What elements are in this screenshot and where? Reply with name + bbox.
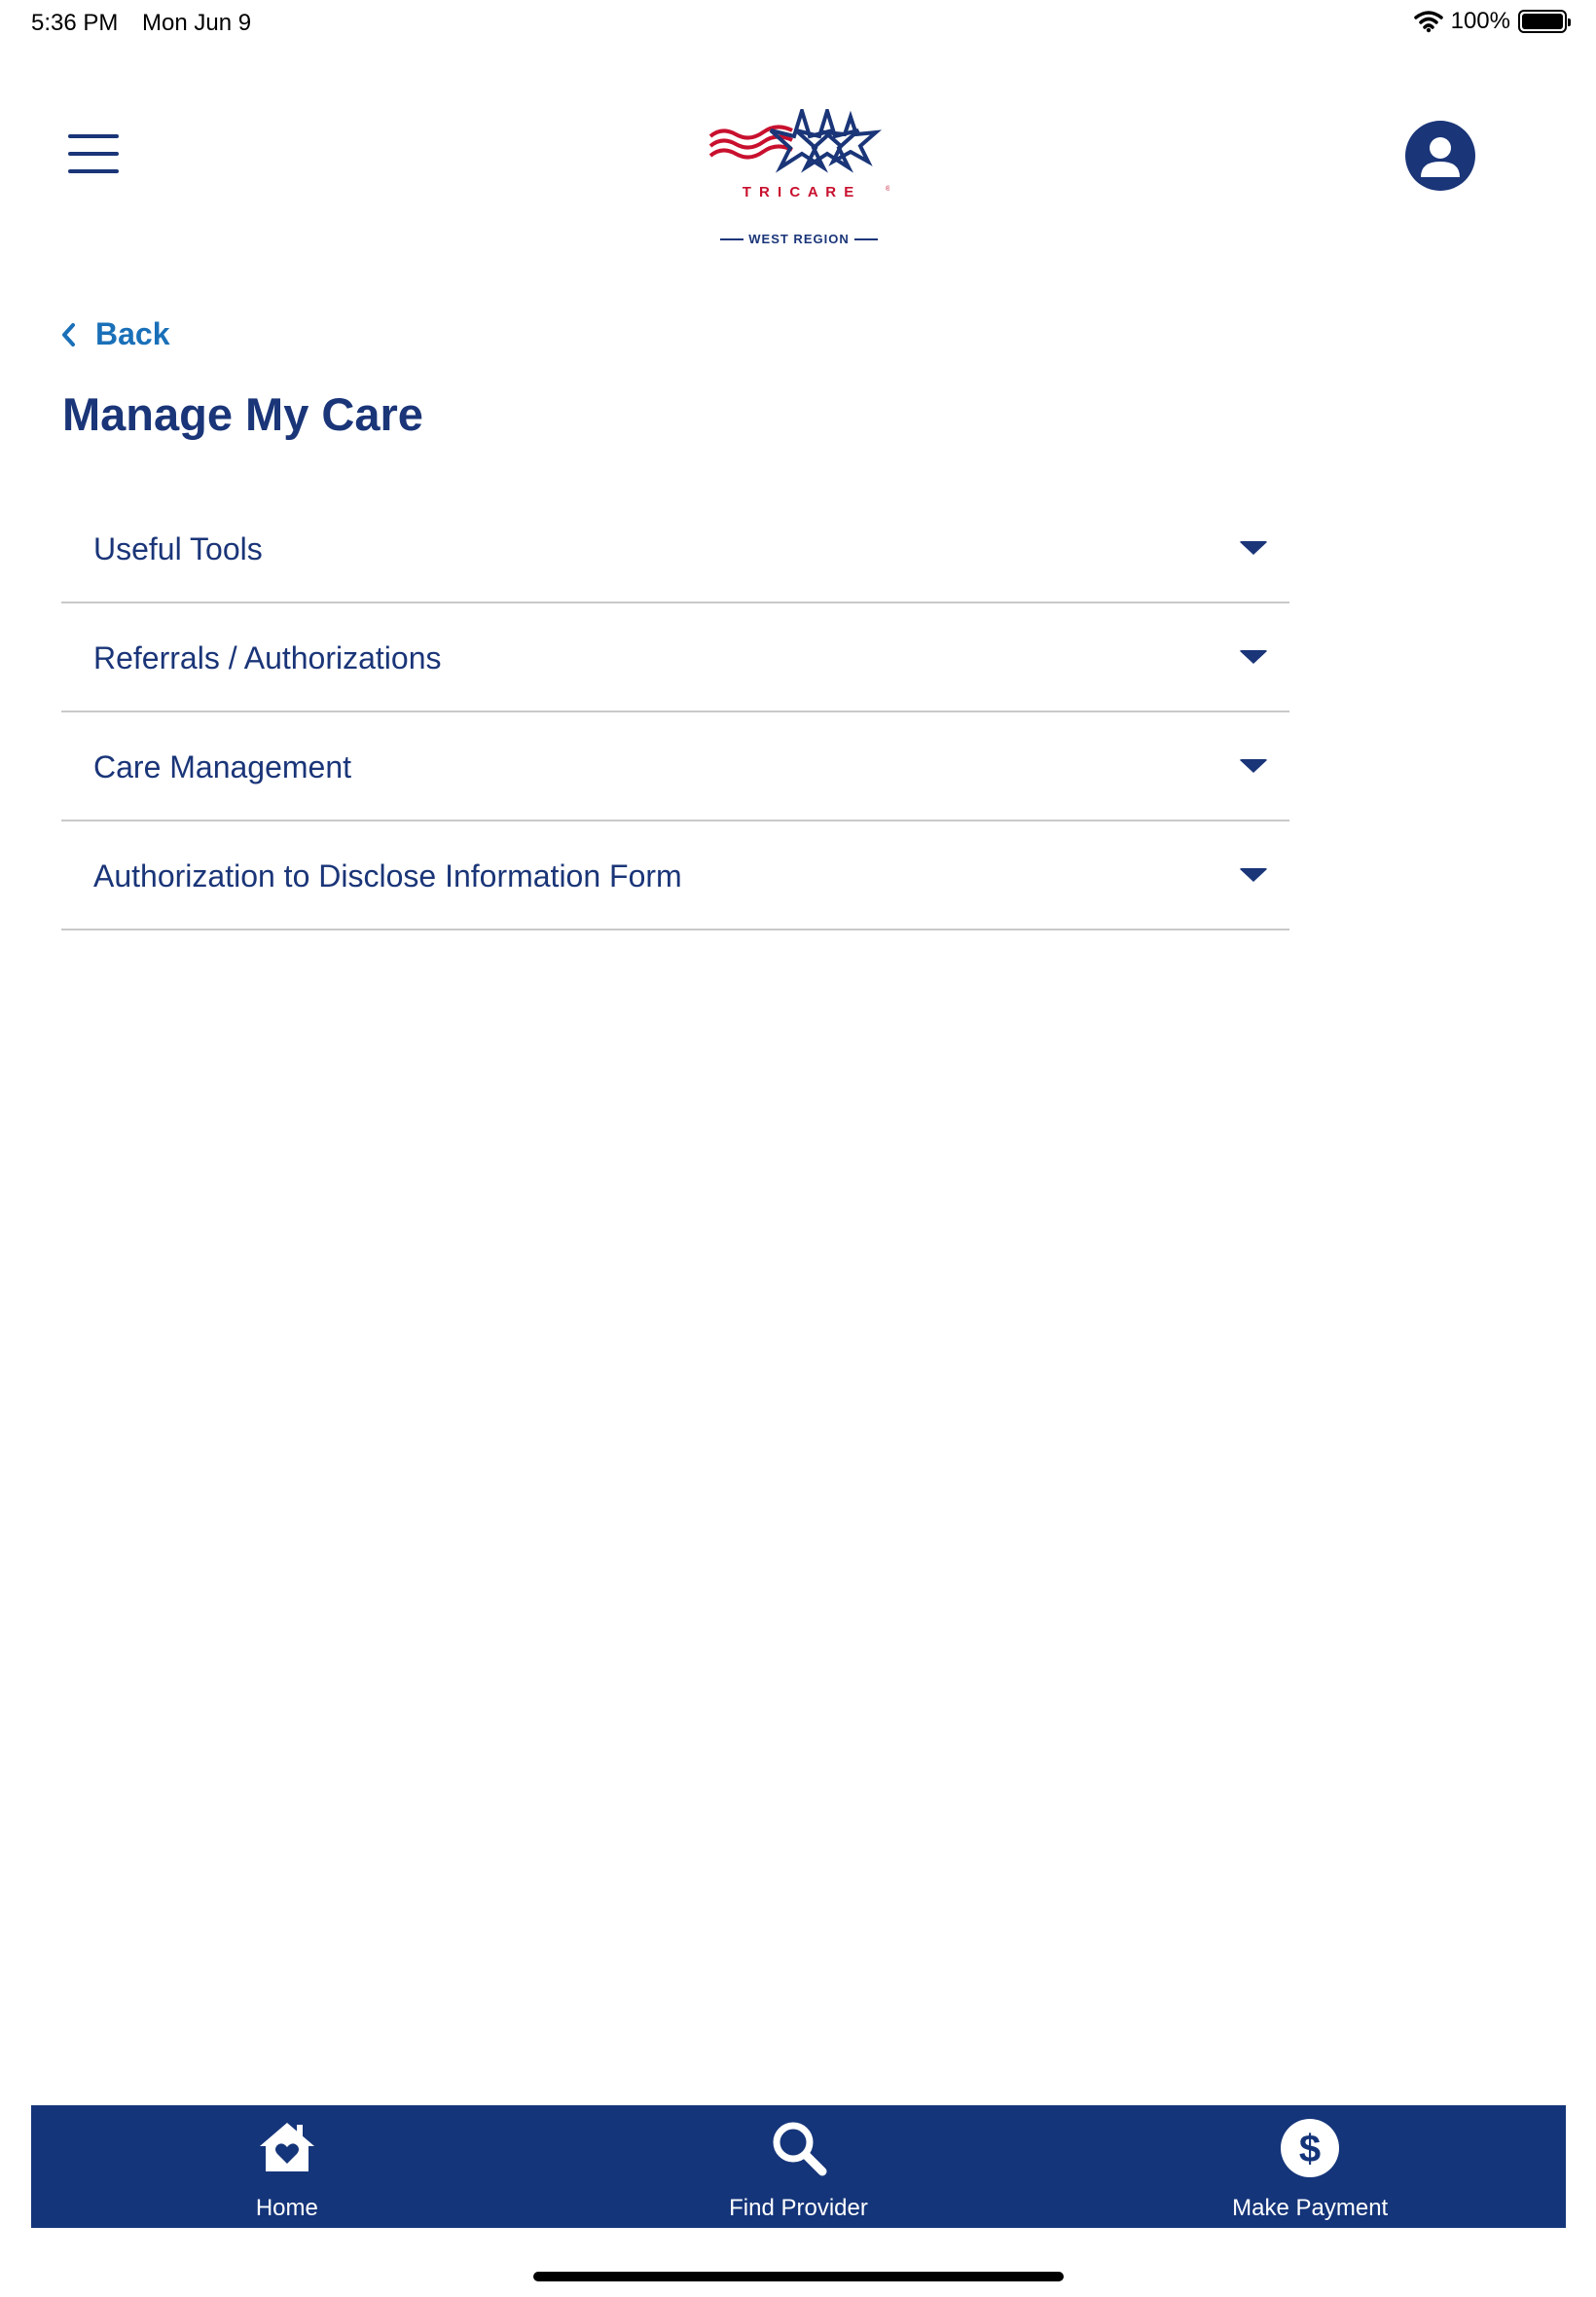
wifi-icon	[1413, 11, 1443, 33]
battery-icon	[1518, 10, 1571, 33]
logo-region: WEST REGION	[748, 232, 849, 245]
status-date: Mon Jun 9	[142, 10, 252, 36]
tab-label: Make Payment	[1232, 2195, 1389, 2221]
app-header: T R I C A R E ® WEST REGION	[0, 97, 1596, 253]
tab-home[interactable]: Home	[31, 2105, 543, 2228]
battery-percentage: 100%	[1450, 8, 1510, 34]
status-time: 5:36 PM	[31, 10, 119, 36]
bottom-tab-bar: Home Find Provider $ Make Payment	[31, 2105, 1566, 2228]
battery-level	[1522, 14, 1563, 29]
search-icon	[773, 2122, 826, 2176]
tab-find-provider[interactable]: Find Provider	[543, 2105, 1055, 2228]
back-label: Back	[95, 316, 170, 351]
caret-down-icon	[1239, 759, 1268, 773]
page-title: Manage My Care	[62, 388, 423, 440]
user-account-icon[interactable]	[1405, 121, 1475, 191]
caret-down-icon	[1239, 541, 1268, 555]
chevron-left-icon	[62, 322, 75, 346]
tricare-west-region-logo: T R I C A R E ® WEST REGION	[708, 109, 889, 245]
dollar-circle-icon: $	[1281, 2119, 1340, 2177]
status-bar: 5:36 PM Mon Jun 9 100%	[0, 0, 1596, 49]
caret-down-icon	[1239, 868, 1268, 882]
logo-wordmark: T R I C A R E	[743, 184, 856, 201]
hamburger-menu-icon[interactable]	[68, 134, 119, 179]
logo-registered-mark: ®	[886, 185, 889, 193]
accordion-label: Referrals / Authorizations	[93, 640, 442, 675]
tab-label: Find Provider	[729, 2195, 868, 2221]
svg-text:$: $	[1299, 2128, 1321, 2170]
tab-label: Home	[255, 2195, 318, 2221]
back-button[interactable]: Back	[60, 316, 170, 352]
accordion-authorization-disclose-form[interactable]: Authorization to Disclose Information Fo…	[61, 821, 1289, 930]
status-indicators: 100%	[1413, 8, 1571, 35]
tab-make-payment[interactable]: $ Make Payment	[1054, 2105, 1566, 2228]
home-indicator[interactable]	[533, 2272, 1064, 2281]
home-heart-icon	[259, 2123, 314, 2171]
accordion-care-management[interactable]: Care Management	[61, 712, 1289, 821]
accordion-list: Useful Tools Referrals / Authorizations …	[61, 494, 1289, 930]
accordion-label: Useful Tools	[93, 531, 263, 566]
accordion-label: Care Management	[93, 749, 352, 784]
accordion-referrals-authorizations[interactable]: Referrals / Authorizations	[61, 603, 1289, 712]
accordion-label: Authorization to Disclose Information Fo…	[93, 858, 682, 893]
accordion-useful-tools[interactable]: Useful Tools	[61, 494, 1289, 603]
caret-down-icon	[1239, 650, 1268, 664]
